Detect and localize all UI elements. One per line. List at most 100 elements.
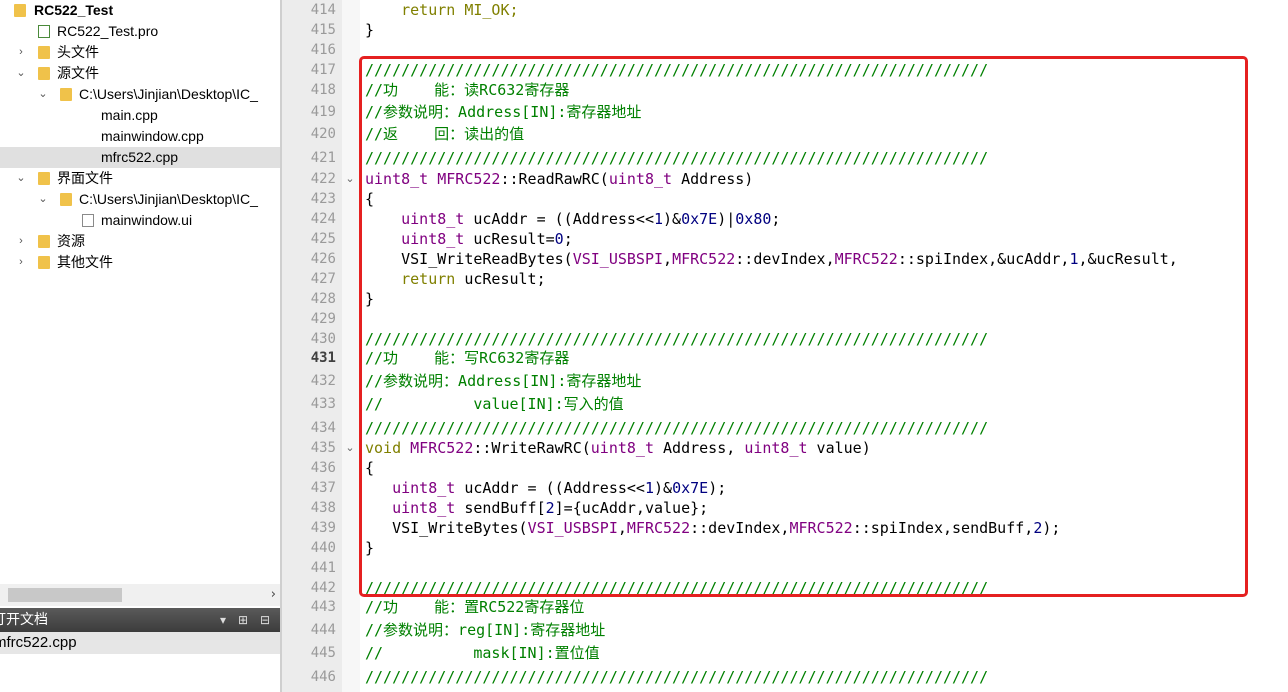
chevron-right-icon[interactable]: › <box>14 42 28 63</box>
chevron-down-icon[interactable]: ⌄ <box>14 168 28 189</box>
line-number: 417 <box>310 62 336 78</box>
code-line: { <box>365 190 375 208</box>
fold-toggle-icon[interactable]: ⌄ <box>343 438 357 458</box>
tree-item-other[interactable]: › 其他文件 <box>0 252 280 273</box>
line-number: 415 <box>310 22 336 38</box>
code-line: ////////////////////////////////////////… <box>365 149 989 167</box>
line-number: 425 <box>310 231 336 247</box>
scrollbar-thumb[interactable] <box>8 588 122 602</box>
line-number: 419 <box>310 104 336 120</box>
line-number: 416 <box>310 42 336 58</box>
tree-item-forms[interactable]: ⌄ 界面文件 <box>0 168 280 189</box>
line-number: 418 <box>310 82 336 98</box>
file-label: mainwindow.ui <box>101 212 193 228</box>
dropdown-icon[interactable]: ▾ <box>220 608 226 632</box>
line-number: 422 <box>310 171 336 187</box>
pro-file-icon <box>38 25 50 38</box>
form-path-label: C:\Users\Jinjian\Desktop\IC_ <box>79 191 258 207</box>
open-document-item[interactable]: mfrc522.cpp <box>0 632 280 654</box>
code-line: } <box>365 21 375 39</box>
src-path-label: C:\Users\Jinjian\Desktop\IC_ <box>79 86 258 102</box>
tree-item-mainwindow-cpp[interactable]: mainwindow.cpp <box>0 126 280 147</box>
chevron-right-icon[interactable]: › <box>14 252 28 273</box>
line-number: 431 <box>310 350 336 366</box>
close-panel-icon[interactable]: ⊟ <box>260 608 270 632</box>
code-line: //返 回：读出的值 <box>365 125 525 143</box>
line-number: 440 <box>310 540 336 556</box>
project-label: RC522_Test <box>34 2 114 18</box>
tree-item-pro-file[interactable]: RC522_Test.pro <box>0 21 280 42</box>
code-line: uint8_t sendBuff[2]={ucAddr,value}; <box>392 499 709 517</box>
open-documents-title: 打开文档 <box>0 612 48 628</box>
fold-toggle-icon[interactable]: ⌄ <box>343 169 357 189</box>
headers-label: 头文件 <box>57 44 99 60</box>
folder-icon <box>60 193 72 206</box>
line-number: 428 <box>310 291 336 307</box>
code-line: } <box>365 290 375 308</box>
code-line: { <box>365 459 375 477</box>
line-number: 435 <box>310 440 336 456</box>
split-icon[interactable]: ⊞ <box>238 608 248 632</box>
other-label: 其他文件 <box>57 254 113 270</box>
line-number: 430 <box>310 331 336 347</box>
line-number: 432 <box>310 373 336 389</box>
resources-label: 资源 <box>57 233 85 249</box>
code-line: void MFRC522::WriteRawRC(uint8_t Address… <box>365 439 871 457</box>
scroll-right-icon[interactable]: › <box>271 584 276 606</box>
tree-item-form-path[interactable]: ⌄ C:\Users\Jinjian\Desktop\IC_ <box>0 189 280 210</box>
headers-folder-icon <box>38 46 50 59</box>
file-label: main.cpp <box>101 107 158 123</box>
sources-folder-icon <box>38 67 50 80</box>
line-number: 420 <box>310 126 336 142</box>
ui-file-icon <box>82 214 94 227</box>
line-number: 437 <box>310 480 336 496</box>
code-line: //参数说明：Address[IN]:寄存器地址 <box>365 372 642 390</box>
sources-label: 源文件 <box>57 65 99 81</box>
tree-item-headers[interactable]: › 头文件 <box>0 42 280 63</box>
code-line: ////////////////////////////////////////… <box>365 668 989 686</box>
file-label: mfrc522.cpp <box>101 149 179 165</box>
line-number: 429 <box>310 311 336 327</box>
project-folder-icon <box>14 4 26 17</box>
code-line: //功 能：置RC522寄存器位 <box>365 598 585 616</box>
code-line: ////////////////////////////////////////… <box>365 330 989 348</box>
chevron-down-icon[interactable]: ⌄ <box>36 189 50 210</box>
code-line: VSI_WriteBytes(VSI_USBSPI,MFRC522::devIn… <box>392 519 1061 537</box>
line-number: 442 <box>310 580 336 596</box>
code-line: // mask[IN]:置位值 <box>365 644 600 662</box>
tree-item-project[interactable]: RC522_Test <box>0 0 280 21</box>
line-number: 421 <box>310 150 336 166</box>
chevron-right-icon[interactable]: › <box>14 231 28 252</box>
line-number: 424 <box>310 211 336 227</box>
pro-file-label: RC522_Test.pro <box>57 23 159 39</box>
code-line: uint8_t ucResult=0; <box>401 230 573 248</box>
tree-item-sources[interactable]: ⌄ 源文件 <box>0 63 280 84</box>
line-number: 444 <box>310 622 336 638</box>
other-folder-icon <box>38 256 50 269</box>
code-line: VSI_WriteReadBytes(VSI_USBSPI,MFRC522::d… <box>401 250 1178 268</box>
chevron-down-icon[interactable]: ⌄ <box>14 63 28 84</box>
chevron-down-icon[interactable]: ⌄ <box>36 84 50 105</box>
line-number: 423 <box>310 191 336 207</box>
code-line: uint8_t ucAddr = ((Address<<1)&0x7E)|0x8… <box>401 210 781 228</box>
line-number: 434 <box>310 420 336 436</box>
tree-item-src-path[interactable]: ⌄ C:\Users\Jinjian\Desktop\IC_ <box>0 84 280 105</box>
line-number: 441 <box>310 560 336 576</box>
code-line: ////////////////////////////////////////… <box>365 579 989 597</box>
tree-horizontal-scrollbar[interactable]: › <box>0 584 280 606</box>
tree-item-mfrc522-cpp[interactable]: mfrc522.cpp <box>0 147 280 168</box>
keyword: return MI_OK; <box>365 1 519 19</box>
code-line: uint8_t MFRC522::ReadRawRC(uint8_t Addre… <box>365 170 754 188</box>
forms-folder-icon <box>38 172 50 185</box>
line-number: 443 <box>310 599 336 615</box>
code-editor[interactable]: return MI_OK; } ////////////////////////… <box>365 0 1288 692</box>
line-number: 426 <box>310 251 336 267</box>
tree-item-mainwindow-ui[interactable]: mainwindow.ui <box>0 210 280 231</box>
code-line: return MI_OK; <box>365 0 519 20</box>
tree-item-main-cpp[interactable]: main.cpp <box>0 105 280 126</box>
resources-folder-icon <box>38 235 50 248</box>
open-documents-header: 打开文档 ▾ ⊞ ⊟ <box>0 608 280 632</box>
code-line: //功 能：读RC632寄存器 <box>365 81 570 99</box>
tree-item-resources[interactable]: › 资源 <box>0 231 280 252</box>
line-number: 436 <box>310 460 336 476</box>
